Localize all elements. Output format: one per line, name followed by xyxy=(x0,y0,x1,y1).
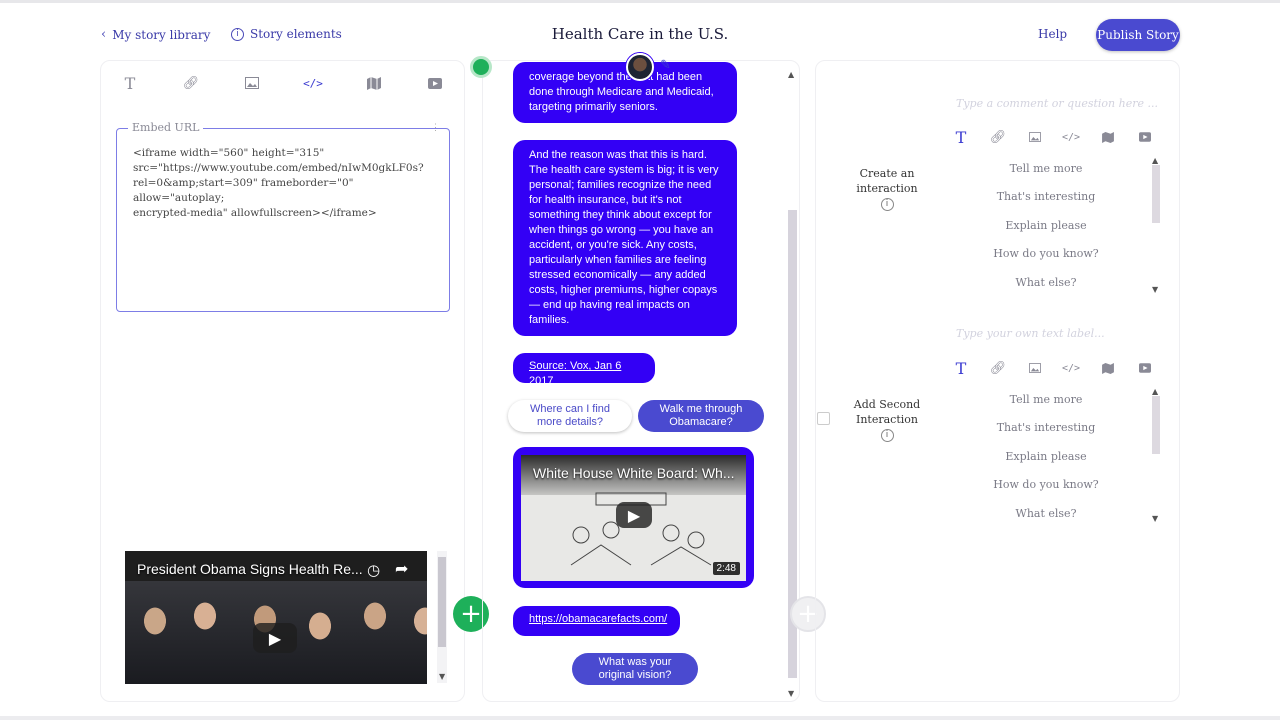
chat-video-title: White House White Board: Wh... xyxy=(533,465,735,481)
create-interaction-label: Create an interaction i xyxy=(856,167,918,211)
second-interaction-checkbox[interactable] xyxy=(817,412,830,425)
help-link[interactable]: Help xyxy=(1038,27,1067,41)
link-icon[interactable]: 🔗︎ xyxy=(988,359,1008,377)
story-elements-label: Story elements xyxy=(250,27,342,41)
scroll-up-icon[interactable]: ▲ xyxy=(1152,387,1158,396)
link-icon[interactable]: 🔗︎ xyxy=(181,74,201,92)
external-link[interactable]: https://obamacarefacts.com/ xyxy=(513,606,680,636)
preview-video-title: President Obama Signs Health Re... xyxy=(137,561,363,577)
publish-story-button[interactable]: Publish Story xyxy=(1096,19,1180,51)
question-pill[interactable]: What was your original vision? xyxy=(572,653,698,685)
info-icon[interactable]: i xyxy=(880,198,894,211)
image-icon[interactable] xyxy=(242,74,262,92)
option-item[interactable]: That's interesting xyxy=(986,190,1106,203)
video-icon[interactable] xyxy=(1135,128,1155,146)
scroll-down-icon[interactable]: ▼ xyxy=(1152,285,1158,294)
scroll-down-icon[interactable]: ▼ xyxy=(439,672,445,681)
clock-icon[interactable]: ◷ xyxy=(367,561,380,579)
scroll-up-icon[interactable]: ▲ xyxy=(1152,156,1158,165)
map-icon[interactable] xyxy=(1098,128,1118,146)
scroll-down-icon[interactable]: ▼ xyxy=(1152,514,1158,523)
share-icon[interactable]: ➦ xyxy=(395,559,408,578)
option-item[interactable]: Explain please xyxy=(986,219,1106,232)
comment-input[interactable]: Type a comment or question here ... xyxy=(956,97,1158,110)
option-walk-me-through[interactable]: Walk me through Obamacare? xyxy=(638,400,764,432)
editor-scrollbar[interactable] xyxy=(437,551,447,683)
source-link[interactable]: Source: Vox, Jan 6 2017 xyxy=(513,353,655,387)
option-item[interactable]: What else? xyxy=(986,507,1106,520)
options-scrollbar[interactable] xyxy=(1152,396,1160,454)
embed-video-preview[interactable]: President Obama Signs Health Re... ◷ ➦ ▶ xyxy=(125,551,427,684)
info-icon[interactable]: i xyxy=(880,429,894,442)
option-where-more-details[interactable]: Where can I find more details? xyxy=(508,400,632,432)
page-title: Health Care in the U.S. xyxy=(551,25,729,43)
option-item[interactable]: How do you know? xyxy=(986,478,1106,491)
options-scrollbar[interactable] xyxy=(1152,165,1160,223)
text-label-input[interactable]: Type your own text label... xyxy=(956,327,1105,340)
embed-code-text[interactable]: <iframe width="560" height="315" src="ht… xyxy=(133,146,433,221)
option-item[interactable]: That's interesting xyxy=(986,421,1106,434)
code-icon[interactable]: </> xyxy=(303,74,323,92)
scroll-up-icon[interactable]: ▲ xyxy=(788,70,794,79)
option-item[interactable]: Explain please xyxy=(986,450,1106,463)
pencil-icon[interactable]: ✎ xyxy=(660,58,671,73)
back-label: My story library xyxy=(112,27,211,42)
option-item[interactable]: How do you know? xyxy=(986,247,1106,260)
option-item[interactable]: Tell me more xyxy=(986,393,1106,406)
image-icon[interactable] xyxy=(1025,359,1045,377)
video-duration: 2:48 xyxy=(712,562,740,575)
embed-url-label: Embed URL xyxy=(128,121,204,134)
option-item[interactable]: What else? xyxy=(986,276,1106,289)
story-elements-link[interactable]: i Story elements xyxy=(231,27,342,41)
kebab-icon[interactable]: ⋮ xyxy=(431,123,440,133)
chevron-left-icon: ‹ xyxy=(101,27,107,42)
top-border xyxy=(0,0,1280,3)
link-icon[interactable]: 🔗︎ xyxy=(988,128,1008,146)
video-icon[interactable] xyxy=(1135,359,1155,377)
status-dot xyxy=(470,56,492,78)
add-second-interaction-label: Add Second Interaction i xyxy=(853,398,921,442)
chat-bubble: And the reason was that this is hard. Th… xyxy=(513,140,737,336)
chat-bubble: coverage beyond the that had been done t… xyxy=(513,62,737,123)
option-item[interactable]: Tell me more xyxy=(986,162,1106,175)
scroll-down-icon[interactable]: ▼ xyxy=(788,689,794,698)
image-icon[interactable] xyxy=(1025,128,1045,146)
code-icon[interactable]: </> xyxy=(1061,128,1081,146)
play-icon[interactable]: ▶ xyxy=(616,502,652,528)
interactions-panel xyxy=(815,60,1180,702)
text-icon[interactable]: T xyxy=(120,74,140,93)
code-icon[interactable]: </> xyxy=(1061,359,1081,377)
map-icon[interactable] xyxy=(1098,359,1118,377)
play-icon[interactable]: ▶ xyxy=(253,623,297,653)
whiteboard-drawing xyxy=(570,492,712,566)
video-icon[interactable] xyxy=(425,74,445,92)
avatar xyxy=(626,53,654,81)
back-to-library-link[interactable]: ‹ My story library xyxy=(101,27,210,42)
text-icon[interactable]: T xyxy=(951,128,971,147)
bottom-border xyxy=(0,716,1280,720)
text-icon[interactable]: T xyxy=(951,359,971,378)
map-icon[interactable] xyxy=(364,74,384,92)
info-icon: i xyxy=(231,27,244,41)
chat-video[interactable]: White House White Board: Wh... ▶ 2:48 xyxy=(521,455,746,581)
